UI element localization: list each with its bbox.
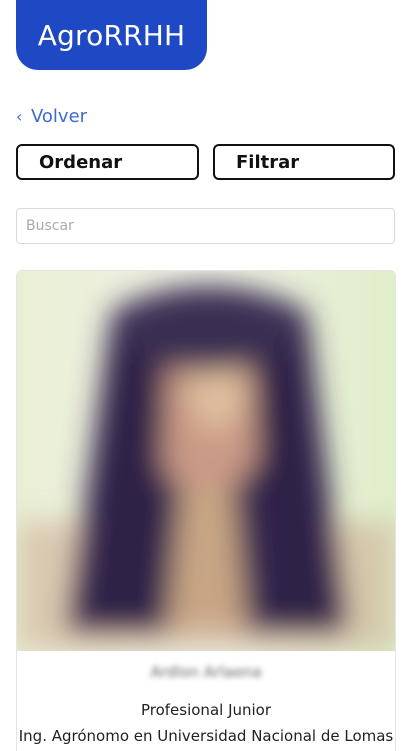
profile-card[interactable]: Ardlon Arlaena Profesional Junior Ing. A…	[16, 270, 396, 751]
chevron-left-icon: ‹	[16, 106, 23, 126]
back-link-label: Volver	[31, 105, 88, 127]
sort-button-label: Ordenar	[39, 151, 123, 173]
filter-button-label: Filtrar	[236, 151, 300, 173]
profile-name: Ardlon Arlaena	[150, 663, 262, 681]
profile-degree: Ing. Agrónomo en Universidad Nacional de…	[18, 727, 394, 745]
app-logo[interactable]: AgroRRHH	[16, 0, 207, 70]
search-input[interactable]	[16, 208, 395, 244]
profile-role: Profesional Junior	[140, 701, 272, 719]
profile-photo-image	[17, 271, 395, 651]
page: AgroRRHH ‹ Volver Ordenar Filtrar Buscar…	[0, 0, 411, 751]
filter-button[interactable]: Filtrar	[213, 144, 395, 180]
back-link[interactable]: ‹ Volver	[16, 103, 87, 129]
profile-photo	[17, 271, 395, 651]
sort-button[interactable]: Ordenar	[16, 144, 199, 180]
